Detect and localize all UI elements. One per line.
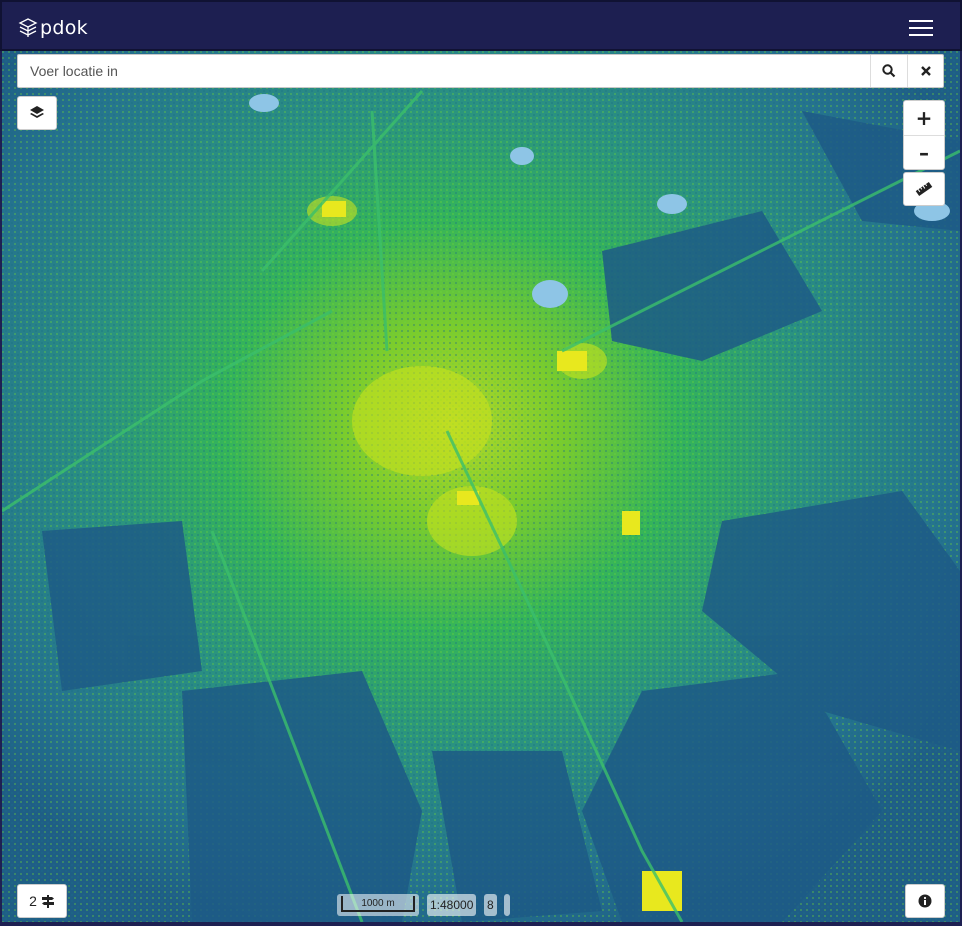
zoom-control: + –	[903, 100, 945, 170]
location-search-input[interactable]	[18, 55, 870, 87]
clear-search-button[interactable]	[907, 55, 944, 87]
scale-label: 1000 m	[341, 896, 415, 912]
location-search	[17, 54, 944, 88]
legend-count: 2	[29, 893, 37, 909]
layers-button[interactable]	[17, 96, 57, 130]
logo-text: pdok	[40, 17, 88, 39]
pdok-logo-icon	[18, 18, 38, 37]
info-button[interactable]	[905, 884, 945, 918]
search-button[interactable]	[870, 55, 907, 87]
bottom-frame	[0, 922, 962, 926]
ruler-icon	[915, 181, 933, 197]
zoom-level: 8	[484, 894, 497, 916]
legend-toggle-button[interactable]: 2	[17, 884, 67, 918]
status-pill	[504, 894, 510, 916]
hamburger-menu-icon[interactable]	[909, 18, 935, 38]
pdok-logo[interactable]: pdok	[18, 16, 88, 40]
layers-icon	[30, 106, 44, 118]
elevation-map-layer	[2, 51, 960, 922]
zoom-in-button[interactable]: +	[904, 101, 944, 135]
map-canvas[interactable]	[2, 51, 960, 922]
top-navbar: pdok	[0, 0, 962, 51]
scale-line: 1000 m	[337, 894, 419, 916]
scale-ratio: 1:48000	[427, 894, 477, 916]
info-icon	[918, 894, 932, 908]
search-icon	[882, 64, 896, 78]
zoom-out-button[interactable]: –	[904, 135, 944, 170]
close-icon	[921, 66, 931, 76]
measure-button[interactable]	[903, 172, 945, 206]
signpost-icon	[41, 895, 54, 908]
